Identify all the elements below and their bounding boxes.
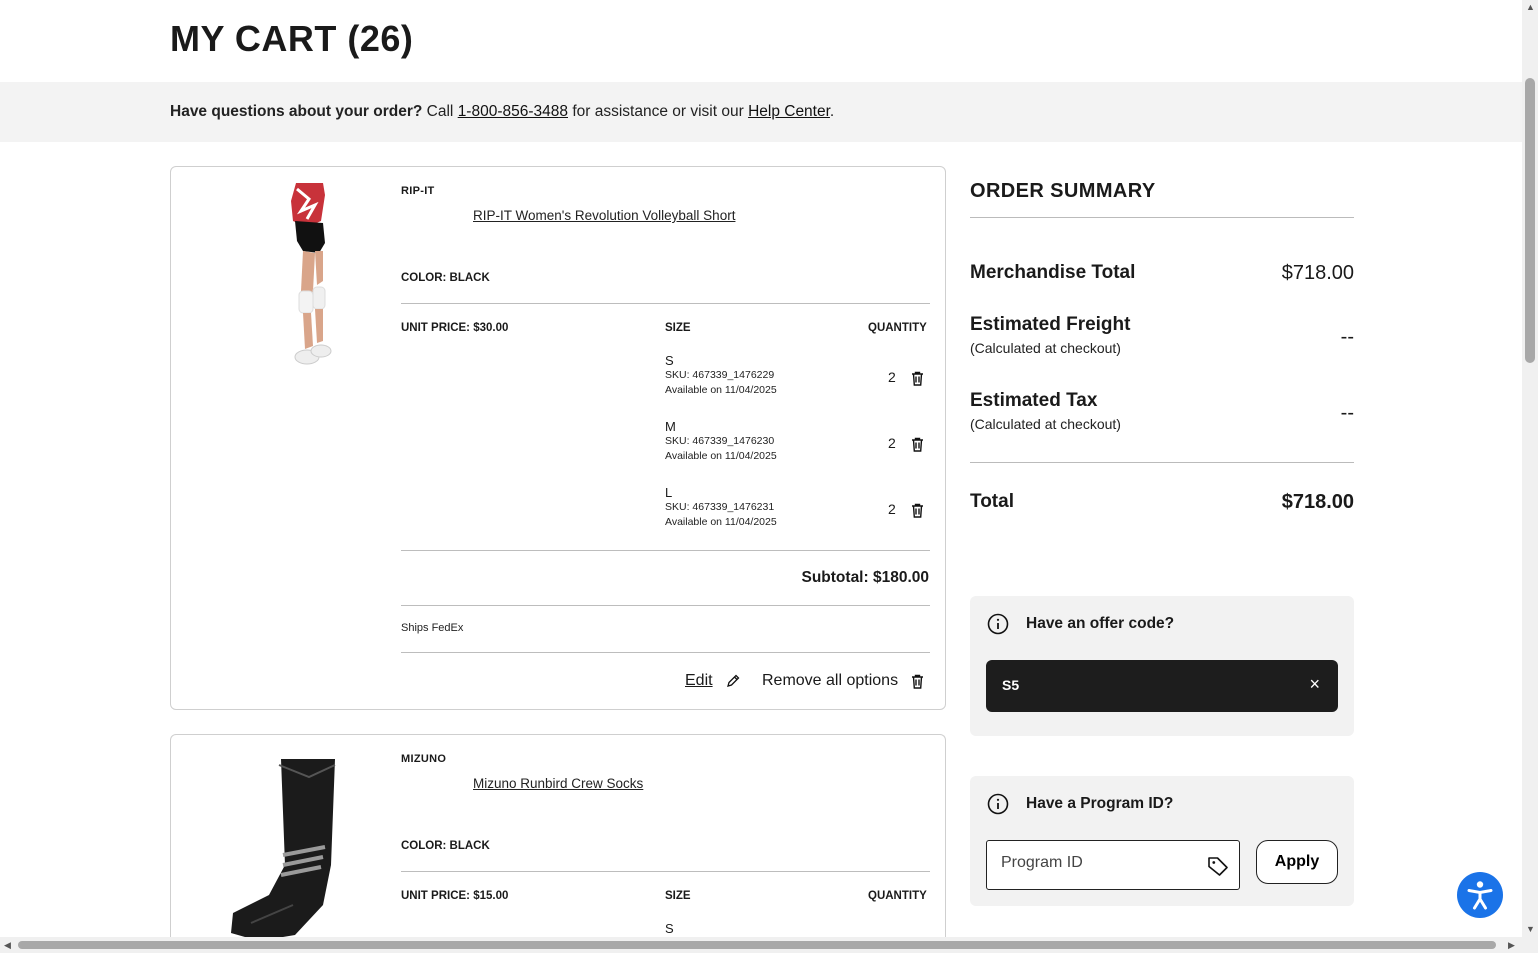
merchandise-total-value: $718.00 <box>1281 262 1354 284</box>
help-mid: for assistance or visit our <box>572 103 744 120</box>
edit-link[interactable]: Edit <box>685 672 713 690</box>
divider <box>401 605 930 606</box>
product-image-volleyball-short[interactable] <box>211 181 351 381</box>
size-row: M SKU: 467339_1476230 Available on 11/04… <box>665 419 931 475</box>
size-row: L SKU: 467339_1476231 Available on 11/04… <box>665 485 931 541</box>
estimated-freight-label: Estimated Freight <box>970 314 1131 335</box>
help-lead: Have questions about your order? <box>170 103 423 120</box>
product-name-link[interactable]: RIP-IT Women's Revolution Volleyball Sho… <box>473 208 735 223</box>
size-label: M <box>665 419 676 434</box>
quantity-value[interactable]: 2 <box>888 369 896 385</box>
help-text: Have questions about your order? Call 1-… <box>170 103 834 121</box>
quantity-value[interactable]: 2 <box>888 501 896 517</box>
scroll-down-arrow-icon[interactable]: ▼ <box>1526 924 1535 934</box>
size-label: L <box>665 485 673 500</box>
size-header: SIZE <box>665 322 691 334</box>
trash-icon[interactable] <box>911 674 924 689</box>
apply-button[interactable]: Apply <box>1256 840 1338 884</box>
trash-icon[interactable] <box>911 503 924 518</box>
offer-code-value: S5 <box>1002 677 1020 693</box>
scroll-up-arrow-icon[interactable]: ▲ <box>1526 2 1535 12</box>
divider <box>970 462 1354 463</box>
scroll-left-arrow-icon[interactable]: ◀ <box>4 940 11 951</box>
help-end: . <box>829 103 835 120</box>
size-row: S SKU: 467339_1476229 Available on 11/04… <box>665 353 931 409</box>
close-icon[interactable]: × <box>1309 674 1320 695</box>
info-icon <box>987 613 1009 635</box>
pencil-icon[interactable] <box>726 674 740 688</box>
program-id-input[interactable] <box>1001 854 1191 872</box>
product-color: COLOR: BLACK <box>401 840 490 852</box>
estimated-freight-value: -- <box>1340 326 1354 348</box>
cart-item-card: MIZUNO Mizuno Runbird Crew Socks COLOR: … <box>170 734 946 953</box>
unit-price: UNIT PRICE: $30.00 <box>401 322 509 334</box>
item-subtotal: Subtotal: $180.00 <box>801 569 930 586</box>
trash-icon[interactable] <box>911 371 924 386</box>
unit-price: UNIT PRICE: $15.00 <box>401 890 509 902</box>
offer-code-heading: Have an offer code? <box>1026 615 1175 632</box>
tag-icon <box>1208 857 1228 876</box>
shipping-method: Ships FedEx <box>401 622 464 634</box>
size-label: S <box>665 921 674 936</box>
scroll-right-arrow-icon[interactable]: ▶ <box>1508 940 1515 951</box>
quantity-value[interactable]: 2 <box>888 435 896 451</box>
product-color: COLOR: BLACK <box>401 272 490 284</box>
cart-item-card: RIP-IT RIP-IT Women's Revolution Volleyb… <box>170 166 946 710</box>
size-label: S <box>665 353 674 368</box>
program-id-heading: Have a Program ID? <box>1026 795 1174 812</box>
quantity-header: QUANTITY <box>868 890 927 902</box>
estimated-tax-value: -- <box>1340 402 1354 424</box>
merchandise-total-row: Merchandise Total $718.00 <box>970 262 1354 284</box>
applied-offer-code: S5 × <box>986 660 1338 712</box>
remove-all-options-button[interactable]: Remove all options <box>762 672 898 690</box>
info-icon <box>987 793 1009 815</box>
availability-text: Available on 11/04/2025 <box>665 450 777 462</box>
quantity-header: QUANTITY <box>868 322 927 334</box>
order-summary-title: ORDER SUMMARY <box>970 180 1354 218</box>
trash-icon[interactable] <box>911 437 924 452</box>
estimated-tax-row: Estimated Tax (Calculated at checkout) -… <box>970 390 1354 432</box>
estimated-freight-note: (Calculated at checkout) <box>970 340 1121 356</box>
product-brand: RIP-IT <box>401 185 435 197</box>
divider <box>401 550 930 551</box>
horizontal-scrollbar[interactable]: ◀ ▶ <box>0 937 1538 953</box>
program-id-field[interactable] <box>986 840 1240 890</box>
total-value: $718.00 <box>1281 491 1354 513</box>
accessibility-icon <box>1467 881 1493 910</box>
product-image-crew-socks[interactable] <box>211 755 351 953</box>
accessibility-button[interactable] <box>1457 872 1503 918</box>
program-id-panel: Have a Program ID? Apply <box>970 776 1354 906</box>
help-center-link[interactable]: Help Center <box>748 103 830 120</box>
divider <box>401 303 930 304</box>
horizontal-scrollbar-thumb[interactable] <box>18 941 1496 949</box>
total-row: Total $718.00 <box>970 491 1354 513</box>
help-call: Call <box>426 103 454 120</box>
vertical-scrollbar[interactable]: ▲ ▼ <box>1522 0 1538 953</box>
phone-link[interactable]: 1-800-856-3488 <box>458 103 568 120</box>
order-summary: ORDER SUMMARY Merchandise Total $718.00 … <box>970 180 1354 513</box>
size-header: SIZE <box>665 890 691 902</box>
product-name-link[interactable]: Mizuno Runbird Crew Socks <box>473 776 643 791</box>
estimated-freight-row: Estimated Freight (Calculated at checkou… <box>970 314 1354 356</box>
availability-text: Available on 11/04/2025 <box>665 516 777 528</box>
estimated-tax-label: Estimated Tax <box>970 390 1098 411</box>
vertical-scrollbar-thumb[interactable] <box>1525 78 1535 363</box>
product-brand: MIZUNO <box>401 753 447 765</box>
availability-text: Available on 11/04/2025 <box>665 384 777 396</box>
help-bar: Have questions about your order? Call 1-… <box>0 82 1522 142</box>
offer-code-panel: Have an offer code? S5 × <box>970 596 1354 736</box>
divider <box>401 652 930 653</box>
page-title: MY CART (26) <box>170 18 414 59</box>
estimated-tax-note: (Calculated at checkout) <box>970 416 1121 432</box>
divider <box>401 871 930 872</box>
